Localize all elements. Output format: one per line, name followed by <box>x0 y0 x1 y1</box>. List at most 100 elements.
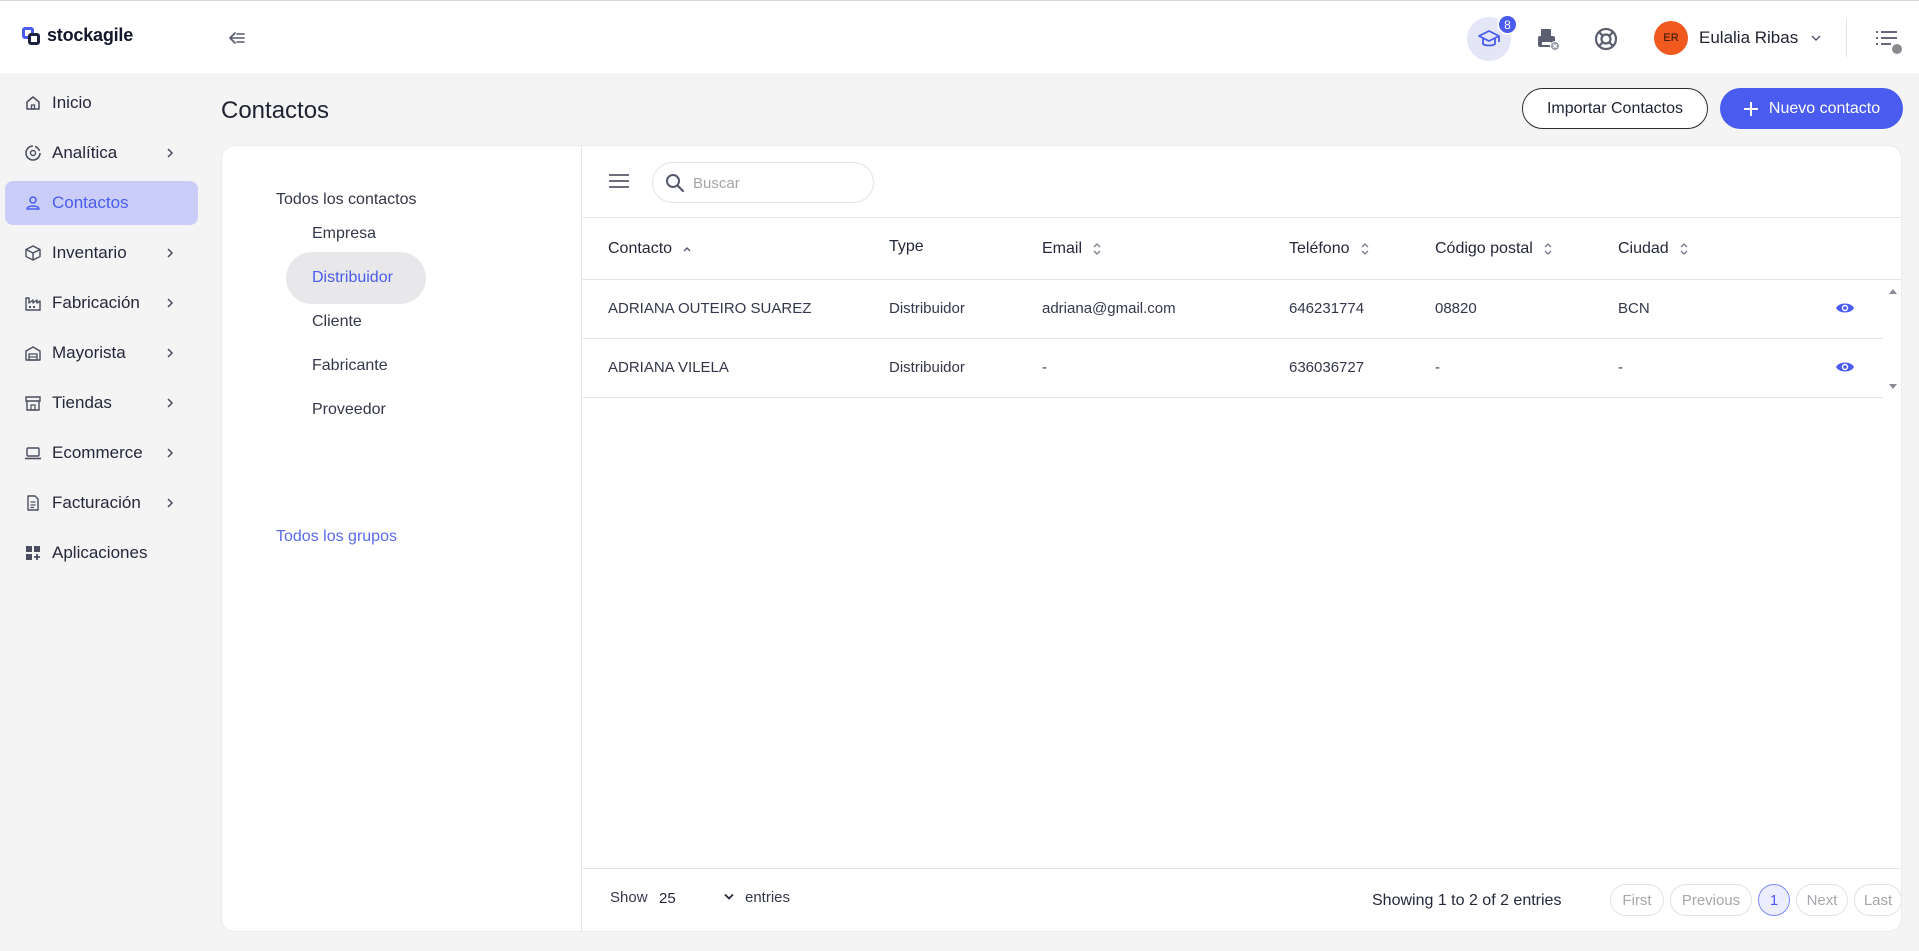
view-eye-icon[interactable] <box>1835 300 1855 316</box>
sidebar-item-label: Facturación <box>52 493 141 512</box>
laptop-icon <box>25 447 41 460</box>
chevron-down-icon <box>1811 35 1821 42</box>
collapse-sidebar-icon[interactable] <box>226 29 248 47</box>
page-size-value: 25 <box>659 889 676 907</box>
pagination-next-button[interactable]: Next <box>1796 884 1848 916</box>
status-dot <box>1890 42 1904 56</box>
app-name: stockagile <box>47 25 134 45</box>
chevron-right-icon <box>167 148 174 158</box>
page-title: Contactos <box>221 97 330 124</box>
home-icon <box>26 96 40 110</box>
sidebar-item-label: Inventario <box>52 243 127 262</box>
column-header-ciudad[interactable]: Ciudad <box>1618 240 1689 258</box>
entries-label: entries <box>745 889 791 906</box>
groups-panel: Todos los contactos Empresa Distribuidor… <box>222 146 582 931</box>
pagination-last-button[interactable]: Last <box>1854 884 1901 916</box>
sidebar-item-analitica[interactable]: Analítica <box>5 131 198 175</box>
user-name: Eulalia Ribas <box>1699 28 1799 47</box>
view-eye-icon[interactable] <box>1835 359 1855 375</box>
box-icon <box>25 245 41 261</box>
all-contacts-link[interactable]: Todos los contactos <box>276 191 417 209</box>
sidebar-item-label: Inicio <box>52 93 92 112</box>
sidebar-item-label: Fabricación <box>52 293 140 312</box>
all-groups-link[interactable]: Todos los grupos <box>276 528 397 546</box>
vertical-scrollbar[interactable] <box>1883 280 1902 400</box>
table-row[interactable]: ADRIANA OUTEIRO SUAREZ Distribuidor adri… <box>582 280 1883 339</box>
printer-icon <box>1538 29 1560 51</box>
app-logo[interactable]: stockagile <box>22 25 133 46</box>
table-footer: Show 25 entries Showing 1 to 2 of 2 entr… <box>582 868 1901 931</box>
search-box <box>652 162 874 203</box>
sidebar-item-aplicaciones[interactable]: Aplicaciones <box>5 531 198 575</box>
sidebar-item-label: Ecommerce <box>52 443 143 462</box>
sort-asc-icon <box>683 247 691 252</box>
column-header-telefono[interactable]: Teléfono <box>1289 240 1370 258</box>
cell-type: Distribuidor <box>889 359 965 376</box>
cell-email: adriana@gmail.com <box>1042 300 1176 317</box>
chevron-right-icon <box>167 298 174 308</box>
cell-ciudad: - <box>1618 359 1623 376</box>
column-label: Type <box>889 238 924 255</box>
sidebar-item-mayorista[interactable]: Mayorista <box>5 331 198 375</box>
column-header-codigo-postal[interactable]: Código postal <box>1435 240 1553 258</box>
sidebar-item-label: Aplicaciones <box>52 543 148 562</box>
plus-icon <box>1743 101 1758 116</box>
page-size-select[interactable]: 25 <box>659 887 741 909</box>
invoice-icon <box>27 495 39 511</box>
pagination-page-button[interactable]: 1 <box>1758 884 1790 916</box>
chevron-right-icon <box>167 398 174 408</box>
pagination-first-button[interactable]: First <box>1610 884 1664 916</box>
table-toolbar <box>582 146 1901 218</box>
help-button[interactable] <box>1584 17 1628 61</box>
sort-icon <box>1093 243 1101 255</box>
cell-email: - <box>1042 359 1047 376</box>
cell-telefono: 646231774 <box>1289 300 1365 317</box>
hamburger-menu-icon[interactable] <box>608 172 630 190</box>
sidebar-item-fabricacion[interactable]: Fabricación <box>5 281 198 325</box>
sidebar-item-ecommerce[interactable]: Ecommerce <box>5 431 198 475</box>
sidebar-item-label: Tiendas <box>52 393 112 412</box>
sidebar-item-facturacion[interactable]: Facturación <box>5 481 198 525</box>
analytics-icon <box>25 145 41 161</box>
column-header-contacto[interactable]: Contacto <box>608 240 692 258</box>
sidebar-item-tiendas[interactable]: Tiendas <box>5 381 198 425</box>
printer-button[interactable] <box>1526 17 1570 61</box>
chevron-down-icon <box>724 893 734 900</box>
table-header: Contacto Type Email Teléfono Código post… <box>582 218 1901 280</box>
cell-codigo-postal: 08820 <box>1435 300 1477 317</box>
sort-icon <box>1361 243 1368 255</box>
sidebar-item-inicio[interactable]: Inicio <box>5 81 198 125</box>
column-header-type: Type <box>889 238 924 256</box>
column-label: Ciudad <box>1618 240 1669 257</box>
sidebar-item-inventario[interactable]: Inventario <box>5 231 198 275</box>
factory-icon <box>25 297 41 311</box>
group-proveedor[interactable]: Proveedor <box>286 384 426 436</box>
cell-contacto: ADRIANA OUTEIRO SUAREZ <box>608 300 812 317</box>
column-label: Contacto <box>608 240 673 257</box>
lifebuoy-icon <box>1594 27 1618 51</box>
cell-contacto: ADRIANA VILELA <box>608 359 729 376</box>
sidebar-item-contactos[interactable]: Contactos <box>5 181 198 225</box>
cell-ciudad: BCN <box>1618 300 1650 317</box>
avatar: ER <box>1654 21 1688 55</box>
import-contacts-button[interactable]: Importar Contactos <box>1522 88 1708 129</box>
sidebar-item-label: Contactos <box>52 193 129 212</box>
column-label: Email <box>1042 240 1083 257</box>
sort-icon <box>1680 243 1688 255</box>
contacts-card: Todos los contactos Empresa Distribuidor… <box>221 145 1902 932</box>
new-contact-button[interactable]: Nuevo contacto <box>1720 88 1903 129</box>
table-summary: Showing 1 to 2 of 2 entries <box>1372 892 1562 909</box>
chevron-right-icon <box>167 498 174 508</box>
user-icon <box>26 196 40 210</box>
pagination-previous-button[interactable]: Previous <box>1670 884 1752 916</box>
logo-mark-icon <box>22 26 40 45</box>
sort-icon <box>1544 243 1552 255</box>
cell-type: Distribuidor <box>889 300 965 317</box>
warehouse-icon <box>25 346 41 361</box>
table-row[interactable]: ADRIANA VILELA Distribuidor - 636036727 … <box>582 339 1883 398</box>
notification-badge: 8 <box>1497 14 1518 35</box>
search-input[interactable] <box>693 172 863 194</box>
top-bar: stockagile 8 ER Eulalia Ribas <box>0 0 1919 73</box>
column-header-email[interactable]: Email <box>1042 240 1102 258</box>
user-menu[interactable]: ER Eulalia Ribas <box>1654 21 1822 55</box>
